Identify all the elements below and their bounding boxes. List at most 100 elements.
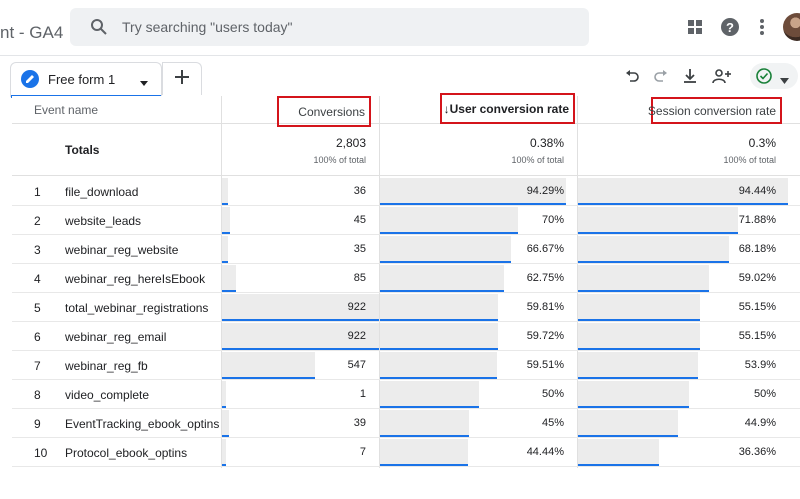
conversions-bar-line xyxy=(222,348,379,350)
table-header-row: Event name Conversions ↓User conversion … xyxy=(12,93,800,127)
conversions-bar xyxy=(222,178,228,205)
totals-user-conversion-rate-sub: 100% of total xyxy=(511,155,564,165)
totals-row: Totals 2,803 100% of total 0.38% 100% of… xyxy=(12,124,800,176)
table-row[interactable]: 4 webinar_reg_hereIsEbook 85 62.75% 59.02% xyxy=(12,264,800,293)
table-row[interactable]: 7 webinar_reg_fb 547 59.51% 53.9% xyxy=(12,351,800,380)
conversions-bar xyxy=(222,207,230,234)
table-row[interactable]: 2 website_leads 45 70% 71.88% xyxy=(12,206,800,235)
header-user-conversion-rate[interactable]: ↓User conversion rate xyxy=(440,93,575,124)
apps-grid-icon[interactable] xyxy=(684,16,706,38)
session-conversion-rate-cell: 71.88% xyxy=(738,214,776,226)
conversions-bar xyxy=(222,439,226,466)
conversions-cell: 922 xyxy=(347,330,366,342)
session-conversion-rate-cell: 53.9% xyxy=(744,359,776,371)
user-conversion-rate-bar-line xyxy=(380,290,504,292)
data-table: Event name Conversions ↓User conversion … xyxy=(12,93,800,499)
conversions-bar xyxy=(222,410,229,437)
undo-icon[interactable] xyxy=(622,66,642,86)
user-conversion-rate-bar-line xyxy=(380,232,518,234)
header-session-conversion-rate[interactable]: Session conversion rate xyxy=(648,97,782,124)
download-icon[interactable] xyxy=(680,66,700,86)
row-index: 4 xyxy=(34,272,41,286)
share-users-icon[interactable] xyxy=(712,66,732,86)
header-conversions[interactable]: Conversions xyxy=(277,96,371,127)
conversions-cell: 39 xyxy=(353,417,366,429)
conversions-cell: 36 xyxy=(353,185,366,197)
pencil-icon xyxy=(21,70,39,88)
add-tab-button[interactable] xyxy=(162,62,202,95)
session-conversion-rate-cell: 55.15% xyxy=(738,301,776,313)
conversions-cell: 547 xyxy=(347,359,366,371)
event-name-cell: EventTracking_ebook_optins xyxy=(65,417,220,431)
conversions-bar-line xyxy=(222,232,230,234)
user-conversion-rate-bar xyxy=(380,410,469,437)
tab-free-form-1[interactable]: Free form 1 xyxy=(10,62,162,98)
row-index: 1 xyxy=(34,185,41,199)
status-pill[interactable] xyxy=(750,63,798,89)
session-conversion-rate-bar xyxy=(578,236,729,263)
plus-icon xyxy=(175,69,189,89)
table-row[interactable]: 8 video_complete 1 50% 50% xyxy=(12,380,800,409)
totals-session-conversion-rate: 0.3% xyxy=(748,136,776,150)
session-conversion-rate-bar xyxy=(578,439,659,466)
session-conversion-rate-bar-line xyxy=(578,290,709,292)
session-conversion-rate-bar xyxy=(578,323,700,350)
session-conversion-rate-bar-line xyxy=(578,232,738,234)
session-conversion-rate-cell: 94.44% xyxy=(738,185,776,197)
conversions-bar xyxy=(222,381,226,408)
user-conversion-rate-cell: 59.72% xyxy=(526,330,564,342)
chevron-down-icon[interactable] xyxy=(139,75,149,86)
help-icon[interactable]: ? xyxy=(719,16,741,38)
totals-label: Totals xyxy=(65,143,100,157)
table-row[interactable]: 5 total_webinar_registrations 922 59.81% 55.… xyxy=(12,293,800,322)
conversions-bar xyxy=(222,265,236,292)
session-conversion-rate-cell: 50% xyxy=(753,388,776,400)
conversions-bar-line xyxy=(222,261,228,263)
user-conversion-rate-cell: 94.29% xyxy=(526,185,564,197)
user-conversion-rate-cell: 45% xyxy=(541,417,564,429)
more-vert-icon[interactable] xyxy=(751,16,773,38)
table-row[interactable]: 9 EventTracking_ebook_optins 39 45% 44.9% xyxy=(12,409,800,438)
session-conversion-rate-bar xyxy=(578,410,678,437)
conversions-bar-line xyxy=(222,203,228,205)
session-conversion-rate-cell: 68.18% xyxy=(738,243,776,255)
search-placeholder: Try searching "users today" xyxy=(122,19,293,35)
event-name-cell: website_leads xyxy=(65,214,142,228)
avatar[interactable] xyxy=(783,13,800,41)
event-name-cell: webinar_reg_fb xyxy=(65,359,148,373)
search-bar[interactable]: Try searching "users today" xyxy=(70,8,589,46)
session-conversion-rate-bar xyxy=(578,352,698,379)
table-row[interactable]: 10 Protocol_ebook_optins 7 44.44% 36.36% xyxy=(12,438,800,467)
user-conversion-rate-bar-line xyxy=(380,319,498,321)
user-conversion-rate-cell: 44.44% xyxy=(526,446,564,458)
event-name-cell: webinar_reg_hereIsEbook xyxy=(65,272,206,286)
user-conversion-rate-bar-line xyxy=(380,203,566,205)
conversions-cell: 85 xyxy=(353,272,366,284)
session-conversion-rate-bar-line xyxy=(578,435,678,437)
row-index: 8 xyxy=(34,388,41,402)
search-icon xyxy=(90,18,108,36)
row-index: 9 xyxy=(34,417,41,431)
conversions-bar xyxy=(222,352,315,379)
session-conversion-rate-bar xyxy=(578,207,738,234)
row-index: 10 xyxy=(34,446,48,460)
redo-icon[interactable] xyxy=(651,66,671,86)
table-row[interactable]: 3 webinar_reg_website 35 66.67% 68.18% xyxy=(12,235,800,264)
header-event-name[interactable]: Event name xyxy=(34,96,98,124)
user-conversion-rate-cell: 70% xyxy=(541,214,564,226)
totals-conversions: 2,803 xyxy=(335,136,366,150)
session-conversion-rate-bar xyxy=(578,265,709,292)
session-conversion-rate-cell: 36.36% xyxy=(738,446,776,458)
chevron-down-icon xyxy=(780,72,789,84)
user-conversion-rate-cell: 59.81% xyxy=(526,301,564,313)
user-conversion-rate-bar xyxy=(380,294,498,321)
session-conversion-rate-cell: 44.9% xyxy=(744,417,776,429)
table-row[interactable]: 6 webinar_reg_email 922 59.72% 55.15% xyxy=(12,322,800,351)
row-index: 2 xyxy=(34,214,41,228)
table-row[interactable]: 1 file_download 36 94.29% 94.44% xyxy=(12,177,800,206)
user-conversion-rate-bar-line xyxy=(380,406,479,408)
session-conversion-rate-cell: 59.02% xyxy=(738,272,776,284)
totals-session-conversion-rate-sub: 100% of total xyxy=(723,155,776,165)
user-conversion-rate-cell: 59.51% xyxy=(526,359,564,371)
user-conversion-rate-bar xyxy=(380,439,468,466)
